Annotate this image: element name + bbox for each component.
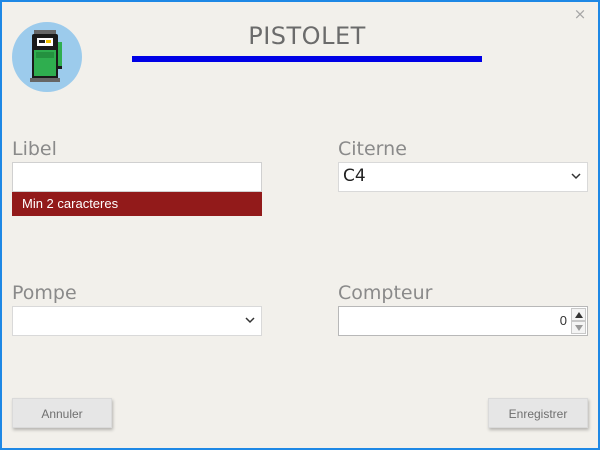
chevron-down-icon (571, 173, 581, 180)
title-underline (132, 56, 482, 62)
increment-button[interactable] (571, 308, 586, 321)
chevron-down-icon (245, 317, 255, 324)
fuel-pump-logo-icon (12, 22, 82, 92)
pistolet-dialog: × PISTOLET Libel Min 2 caracteres Citern… (0, 0, 600, 450)
save-button[interactable]: Enregistrer (488, 398, 588, 428)
page-title: PISTOLET (248, 22, 366, 50)
cancel-button[interactable]: Annuler (12, 398, 112, 428)
compteur-value: 0 (559, 313, 567, 328)
libel-input[interactable] (12, 162, 262, 192)
pompe-label: Pompe (12, 282, 77, 304)
libel-error-message: Min 2 caracteres (12, 192, 262, 216)
arrow-up-icon (575, 312, 583, 318)
pompe-select[interactable] (12, 306, 262, 336)
compteur-numeric-input[interactable]: 0 (338, 306, 588, 336)
decrement-button[interactable] (571, 321, 586, 334)
libel-label: Libel (12, 138, 57, 160)
citerne-label: Citerne (338, 138, 407, 160)
citerne-select[interactable]: C4 (338, 162, 588, 192)
compteur-label: Compteur (338, 282, 433, 304)
close-icon[interactable]: × (572, 6, 588, 22)
arrow-down-icon (575, 325, 583, 331)
citerne-selected-value: C4 (343, 166, 366, 186)
